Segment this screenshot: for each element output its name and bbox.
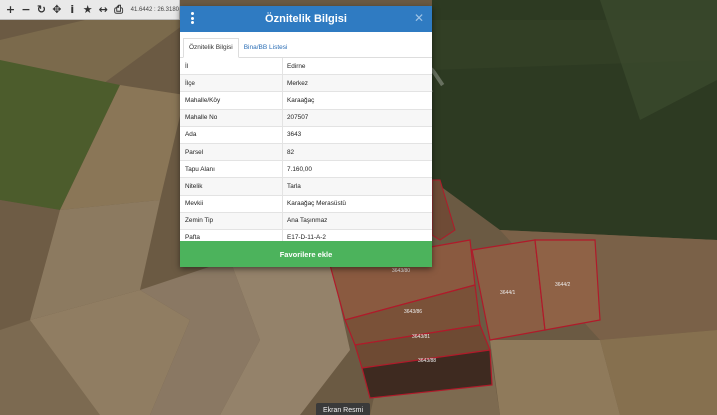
table-row: Parsel 82 (180, 143, 432, 162)
row-value: Edirne (287, 62, 306, 70)
row-value: 7.160,00 (287, 165, 312, 173)
parcel-label: 3644/2 (555, 282, 571, 288)
table-row: Zemin Tip Ana Taşınmaz (180, 212, 432, 230)
dialog-header: Öznitelik Bilgisi ✕ (180, 6, 432, 32)
table-row: Mahalle No 207507 (180, 109, 432, 127)
row-value: 82 (287, 148, 295, 156)
table-row: Tapu Alanı 7.160,00 (180, 161, 432, 179)
zoom-in-button[interactable]: + (3, 2, 18, 18)
parcel-label: 3643/81 (412, 334, 430, 340)
attribute-table: İl Edirne İlçe Merkez Mahalle/Köy Karaağaç … (180, 58, 432, 248)
table-row: Mahalle/Köy Karaağaç (180, 92, 432, 110)
close-icon[interactable]: ✕ (414, 11, 424, 25)
row-key: Parsel (180, 143, 283, 161)
coordinate-readout: 41.6442 : 26.3180 (130, 6, 180, 13)
locate-button[interactable]: ✥ (49, 2, 64, 18)
row-value: Karaağaç (287, 96, 315, 104)
add-to-favorites-button[interactable]: Favorilere ekle (180, 241, 432, 267)
dialog-title: Öznitelik Bilgisi (265, 13, 347, 25)
row-value: Karaağaç Merasüstü (287, 200, 346, 208)
table-row: Nitelik Tarla (180, 178, 432, 196)
row-key: Mahalle No (180, 109, 283, 126)
tab-building-list[interactable]: Bina/BB Listesi (239, 39, 293, 57)
attribute-info-dialog: Öznitelik Bilgisi ✕ Öznitelik Bilgisi Bi… (180, 6, 432, 267)
row-key: Mahalle/Köy (180, 92, 283, 109)
parcel-label: 3643/80 (392, 268, 410, 274)
row-key: Tapu Alanı (180, 161, 283, 178)
map-toolbar: + − ↻ ✥ i ★ ↔ ⎙ 41.6442 : 26.3180 (0, 0, 180, 20)
dialog-tabs: Öznitelik Bilgisi Bina/BB Listesi (180, 36, 432, 58)
tab-attribute-info[interactable]: Öznitelik Bilgisi (183, 38, 239, 58)
print-button[interactable]: ⎙ (111, 2, 126, 18)
kebab-menu-icon[interactable] (188, 12, 196, 26)
parcel-label: 3643/86 (404, 309, 422, 315)
table-row: İl Edirne (180, 58, 432, 76)
row-value: Tarla (287, 182, 301, 190)
zoom-out-button[interactable]: − (18, 2, 33, 18)
row-key: Ada (180, 126, 283, 143)
table-row: Ada 3643 (180, 126, 432, 144)
row-key: İl (180, 58, 283, 75)
row-value: Ana Taşınmaz (287, 217, 328, 225)
info-button[interactable]: i (65, 2, 80, 18)
parcel-label: 3644/1 (500, 290, 516, 296)
row-key: Mevkii (180, 195, 283, 212)
table-row: İlçe Merkez (180, 75, 432, 93)
parcel-label: 3643/88 (418, 358, 436, 364)
refresh-button[interactable]: ↻ (34, 2, 49, 18)
measure-button[interactable]: ↔ (96, 2, 111, 18)
row-key: Zemin Tip (180, 212, 283, 229)
favorite-button[interactable]: ★ (80, 2, 95, 18)
table-row: Mevkii Karaağaç Merasüstü (180, 195, 432, 213)
row-value: 207507 (287, 114, 309, 122)
row-value: 3643 (287, 131, 302, 139)
screenshot-button[interactable]: Ekran Resmi (316, 403, 370, 415)
row-key: İlçe (180, 75, 283, 92)
row-key: Nitelik (180, 178, 283, 195)
row-value: Merkez (287, 79, 308, 87)
